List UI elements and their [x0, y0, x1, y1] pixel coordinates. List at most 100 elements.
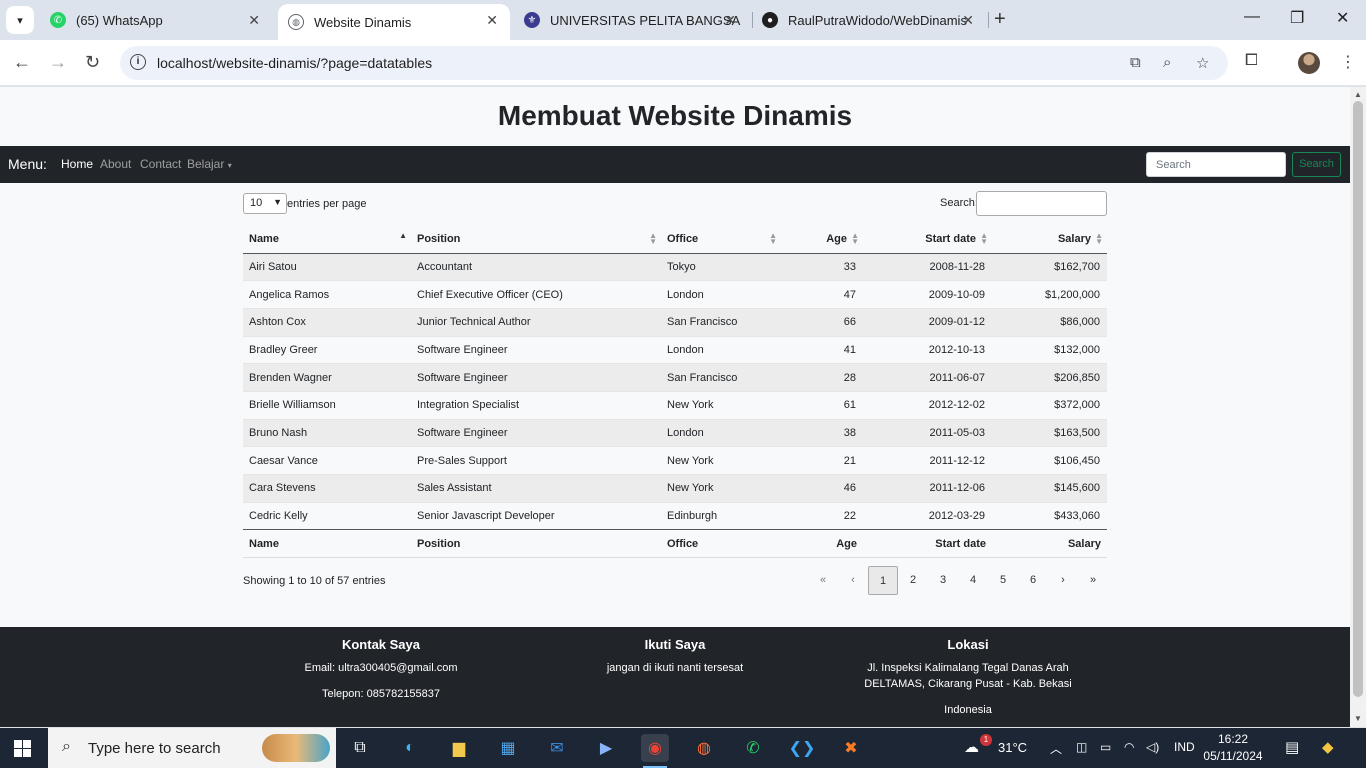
weather-temp[interactable]: 31°C	[998, 740, 1027, 755]
windows-start-icon[interactable]	[14, 740, 31, 757]
task-view-icon[interactable]: ⧉	[346, 734, 374, 762]
extensions-icon[interactable]: ⧠	[1245, 52, 1258, 70]
cell-start-date: 2012-10-13	[863, 335, 992, 364]
tab-whatsapp[interactable]: ✆ (65) WhatsApp ✕	[40, 0, 272, 40]
forward-arrow-icon[interactable]: →	[49, 52, 67, 73]
reload-icon[interactable]: ↻	[85, 52, 100, 73]
scroll-up-icon[interactable]: ▲	[1354, 90, 1362, 99]
cell-start-date: 2009-01-12	[863, 307, 992, 337]
column-header-name[interactable]: Name ▲	[243, 225, 411, 254]
back-arrow-icon[interactable]: ←	[13, 52, 31, 73]
media-player-icon[interactable]: ▶	[592, 734, 620, 762]
navbar-search-button[interactable]: Search	[1292, 152, 1341, 177]
sort-icon: ▲ ▼	[980, 231, 988, 246]
vscode-icon[interactable]: ❮❯	[788, 734, 816, 762]
column-header-age[interactable]: Age ▲ ▼	[781, 225, 863, 254]
next-page-button[interactable]: ›	[1048, 566, 1078, 595]
system-clock[interactable]: 16:22 05/11/2024	[1203, 731, 1263, 765]
column-header-office[interactable]: Office ▲ ▼	[661, 225, 781, 254]
cell-age: 61	[781, 390, 863, 420]
notification-icon[interactable]: ▤	[1285, 738, 1299, 756]
file-explorer-icon[interactable]: ▆	[445, 734, 473, 762]
address-bar[interactable]: i localhost/website-dinamis/?page=datata…	[120, 46, 1228, 80]
cell-position: Sales Assistant	[411, 474, 661, 503]
page-scrollbar[interactable]: ▲ ▼	[1350, 87, 1366, 727]
battery-icon[interactable]: ▭	[1100, 740, 1111, 754]
table-row: Caesar Vance Pre-Sales Support New York 21 2…	[243, 446, 1107, 475]
navbar-search-input[interactable]: Search	[1146, 152, 1286, 177]
mail-icon[interactable]: ✉	[543, 734, 571, 762]
chrome-icon[interactable]: ◉	[641, 734, 669, 768]
cell-office: San Francisco	[661, 363, 781, 392]
cell-office: Tokyo	[661, 252, 781, 281]
column-header-position[interactable]: Position ▲ ▼	[411, 225, 661, 254]
page-button[interactable]: 4	[958, 566, 988, 595]
minimize-icon[interactable]: —	[1244, 8, 1260, 26]
show-hidden-icons-icon[interactable]: ︿	[1050, 740, 1062, 757]
page-button[interactable]: 2	[898, 566, 928, 595]
cell-name: Airi Satou	[243, 252, 411, 281]
page-button[interactable]: 5	[988, 566, 1018, 595]
weather-icon[interactable]: ☁	[964, 738, 979, 756]
copilot-icon[interactable]: ◆	[1322, 738, 1334, 756]
new-tab-icon[interactable]: +	[994, 8, 1006, 31]
page-button[interactable]: 3	[928, 566, 958, 595]
caret-down-icon: ▾	[227, 161, 232, 170]
close-tab-icon[interactable]: ✕	[962, 12, 974, 29]
tab-universitas[interactable]: ⚜ UNIVERSITAS PELITA BANGSA ✕	[516, 0, 748, 40]
restore-icon[interactable]: ❐	[1290, 8, 1304, 28]
column-header-start-date[interactable]: Start date ▲ ▼	[863, 225, 992, 254]
xampp-icon[interactable]: ✖	[837, 734, 865, 762]
close-window-icon[interactable]: ✕	[1336, 8, 1349, 28]
whatsapp-icon[interactable]: ✆	[739, 734, 767, 762]
cell-name: Brenden Wagner	[243, 363, 411, 392]
microsoft-store-icon[interactable]: ▦	[494, 734, 522, 762]
cell-age: 38	[781, 418, 863, 447]
sort-asc-icon: ▲	[399, 231, 407, 240]
translate-icon[interactable]: ⧉	[1130, 54, 1141, 71]
cell-office: New York	[661, 446, 781, 475]
edge-icon[interactable]: ◐	[396, 734, 424, 762]
chrome-menu-icon[interactable]: ⋮	[1340, 52, 1356, 72]
cell-position: Software Engineer	[411, 363, 661, 392]
tab-search-dropdown-icon[interactable]: ▾	[6, 6, 34, 34]
last-page-button[interactable]: »	[1078, 566, 1108, 595]
language-indicator[interactable]: IND	[1174, 740, 1195, 754]
profile-avatar[interactable]	[1298, 52, 1320, 74]
table-row: Cedric Kelly Senior Javascript Developer E…	[243, 501, 1107, 530]
zoom-icon[interactable]: ⌕	[1163, 54, 1171, 71]
navbar-brand: Menu:	[8, 156, 47, 172]
volume-icon[interactable]: ◁)	[1146, 740, 1159, 754]
scroll-down-icon[interactable]: ▼	[1354, 714, 1362, 723]
cell-start-date: 2011-05-03	[863, 418, 992, 447]
tab-website-dinamis[interactable]: ◍ Website Dinamis ✕	[278, 4, 510, 40]
first-page-button[interactable]: «	[808, 566, 838, 595]
tab-github[interactable]: ● RaulPutraWidodo/WebDinamis ✕	[754, 0, 986, 40]
table-row: Brielle Williamson Integration Specialist…	[243, 390, 1107, 420]
column-footer-start-date: Start date	[863, 529, 992, 559]
column-header-salary[interactable]: Salary ▲ ▼	[992, 225, 1107, 254]
taskbar-search-box[interactable]: ⌕ Type here to search	[48, 728, 336, 768]
nav-link-contact[interactable]: Contact	[140, 157, 181, 171]
nav-link-home[interactable]: Home	[61, 157, 93, 171]
close-tab-icon[interactable]: ✕	[486, 12, 498, 29]
close-tab-icon[interactable]: ✕	[248, 12, 260, 29]
nav-dropdown-label: Belajar	[187, 157, 225, 171]
previous-page-button[interactable]: ‹	[838, 566, 868, 595]
nav-link-about[interactable]: About	[100, 157, 131, 171]
bookmark-star-icon[interactable]: ☆	[1196, 54, 1209, 72]
wifi-icon[interactable]: ◠	[1124, 740, 1134, 754]
cell-position: Software Engineer	[411, 418, 661, 447]
nav-dropdown-belajar[interactable]: Belajar ▾	[187, 157, 232, 171]
page-button[interactable]: 1	[868, 566, 898, 595]
camera-icon[interactable]: ◫	[1076, 740, 1087, 754]
entries-per-page-select[interactable]: 10 ▼	[243, 193, 287, 214]
scrollbar-thumb[interactable]	[1353, 101, 1363, 697]
site-info-icon[interactable]: i	[130, 54, 146, 70]
firefox-icon[interactable]: ◍	[690, 734, 718, 762]
search-icon: ⌕	[62, 738, 71, 755]
table-search-input[interactable]	[976, 191, 1107, 216]
taskbar-search-placeholder: Type here to search	[88, 740, 221, 757]
page-button[interactable]: 6	[1018, 566, 1048, 595]
close-tab-icon[interactable]: ✕	[724, 12, 736, 29]
